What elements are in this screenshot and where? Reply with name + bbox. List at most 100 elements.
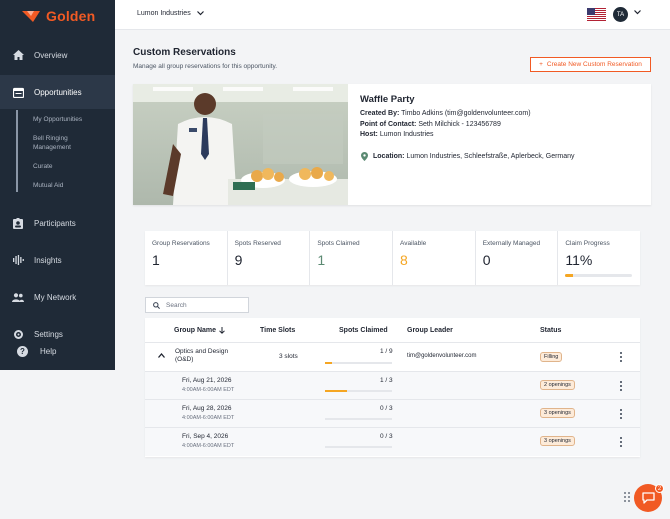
event-photo (133, 84, 348, 205)
row-menu-icon[interactable] (618, 437, 624, 447)
status-badge: Filling (540, 352, 563, 362)
stat-spots-reserved: Spots Reserved 9 (228, 231, 311, 285)
group-name: Optics and Design (O&D) (175, 348, 229, 363)
row-menu-icon[interactable] (618, 381, 624, 391)
home-icon (12, 49, 24, 61)
sidebar-item-label: Opportunities (34, 87, 82, 97)
waveform-icon (12, 254, 24, 266)
column-header-group-name[interactable]: Group Name (174, 327, 225, 334)
timeslot-date: Fri, Aug 28, 2026 (182, 405, 232, 412)
sidebar-item-overview[interactable]: Overview (0, 43, 115, 67)
svg-text:?: ? (20, 347, 25, 356)
chevron-up-icon[interactable] (158, 353, 165, 358)
timeslot-progress-fill (325, 390, 348, 392)
event-host: Host: Lumon Industries (360, 131, 434, 138)
stats-row: Group Reservations 1 Spots Reserved 9 Sp… (145, 231, 640, 285)
stat-group-reservations: Group Reservations 1 (145, 231, 228, 285)
chat-notification-badge: 2 (655, 484, 664, 493)
avatar[interactable]: TA (613, 7, 628, 22)
group-progress-bar (325, 362, 392, 364)
subnav-item-bell-ringing[interactable]: Bell Ringing (18, 134, 68, 143)
column-header-group-leader[interactable]: Group Leader (407, 327, 453, 334)
id-badge-icon (12, 217, 24, 229)
timeslot-progress-bar (325, 418, 392, 420)
sort-arrow-down-icon (219, 327, 225, 334)
sidebar-item-opportunities[interactable]: Opportunities (0, 75, 115, 109)
status-badge: 3 openings (540, 408, 575, 418)
event-created-by: Created By: Timbo Adkins (tim@goldenvolu… (360, 110, 531, 117)
opportunities-subnav: My Opportunities Bell Ringing Management… (16, 110, 111, 192)
timeslot-time: 4:00AM-6:00AM EDT (182, 387, 235, 393)
sidebar-item-my-network[interactable]: My Network (0, 285, 115, 309)
timeslot-progress-bar (325, 390, 392, 392)
subnav-item-mutual-aid[interactable]: Mutual Aid (18, 181, 63, 190)
table-row-group[interactable]: Optics and Design (O&D) 3 slots 1 / 9 ti… (145, 343, 640, 372)
create-custom-reservation-button[interactable]: + Create New Custom Reservation (530, 57, 651, 72)
row-menu-icon[interactable] (618, 352, 624, 362)
group-spots-claimed: 1 / 9 (380, 348, 393, 355)
page-subtitle: Manage all group reservations for this o… (133, 63, 278, 70)
column-header-spots-claimed[interactable]: Spots Claimed (339, 327, 388, 334)
sidebar-help[interactable]: ? Help (0, 339, 115, 363)
sidebar-item-label: Insights (34, 255, 62, 265)
timeslot-date: Fri, Aug 21, 2026 (182, 377, 232, 384)
sidebar-item-label: Participants (34, 218, 76, 228)
event-card: Waffle Party Created By: Timbo Adkins (t… (133, 84, 651, 205)
sidebar-item-label: My Network (34, 292, 77, 302)
timeslot-time: 4:00AM-6:00AM EDT (182, 443, 235, 449)
calendar-icon (12, 86, 24, 98)
chat-bubble-icon (641, 492, 655, 504)
people-icon (12, 291, 24, 303)
status-badge: 3 openings (540, 436, 575, 446)
column-header-time-slots[interactable]: Time Slots (260, 327, 295, 334)
topbar: Lumon Industries TA (115, 0, 670, 30)
event-title: Waffle Party (360, 94, 415, 105)
timeslot-claimed: 1 / 3 (380, 377, 393, 384)
sidebar-item-participants[interactable]: Participants (0, 211, 115, 235)
stat-externally-managed: Externally Managed 0 (476, 231, 559, 285)
help-icon: ? (16, 345, 28, 357)
brand-name: Golden (46, 8, 96, 24)
stat-claim-progress: Claim Progress 11% (558, 231, 640, 285)
drag-handle-icon[interactable] (624, 492, 630, 502)
stat-available: Available 8 (393, 231, 476, 285)
claim-progress-bar (565, 274, 633, 277)
row-menu-icon[interactable] (618, 409, 624, 419)
table-row-timeslot[interactable]: Fri, Aug 21, 2026 4:00AM-6:00AM EDT 1 / … (145, 372, 640, 400)
plus-icon: + (539, 61, 543, 68)
stat-spots-claimed: Spots Claimed 1 (310, 231, 394, 285)
location-pin-icon (361, 152, 368, 161)
org-selector[interactable]: Lumon Industries (137, 10, 204, 17)
org-name: Lumon Industries (137, 10, 191, 17)
sidebar-item-label: Settings (34, 329, 63, 339)
timeslot-claimed: 0 / 3 (380, 433, 393, 440)
table-row-timeslot[interactable]: Fri, Aug 28, 2026 4:00AM-6:00AM EDT 0 / … (145, 400, 640, 428)
timeslot-date: Fri, Sep 4, 2026 (182, 433, 229, 440)
claim-progress-fill (565, 274, 573, 277)
reservations-table: Group Name Time Slots Spots Claimed Grou… (145, 318, 640, 457)
timeslot-time: 4:00AM-6:00AM EDT (182, 415, 235, 421)
chevron-down-icon (196, 11, 204, 16)
group-time-slots: 3 slots (279, 353, 298, 360)
sidebar: Golden Overview Opportunities My Opportu… (0, 0, 115, 370)
event-point-of-contact: Point of Contact: Seth Milchick - 123456… (360, 121, 501, 128)
chevron-down-icon[interactable] (634, 10, 641, 15)
subnav-item-bell-ringing-line2[interactable]: Management (18, 143, 71, 152)
search-icon (153, 301, 160, 309)
us-flag-icon[interactable] (587, 8, 606, 21)
help-label: Help (40, 346, 57, 356)
timeslot-claimed: 0 / 3 (380, 405, 393, 412)
golden-logo-icon (22, 11, 40, 22)
subnav-item-my-opportunities[interactable]: My Opportunities (18, 115, 82, 124)
column-header-status[interactable]: Status (540, 327, 561, 334)
subnav-item-curate[interactable]: Curate (18, 162, 53, 171)
page-title: Custom Reservations (133, 47, 236, 58)
sidebar-item-insights[interactable]: Insights (0, 248, 115, 272)
search-box (145, 297, 249, 313)
event-location: Location: Lumon Industries, Schleefstraß… (361, 152, 575, 161)
search-input[interactable] (166, 301, 246, 309)
brand-logo[interactable]: Golden (22, 8, 95, 24)
table-row-timeslot[interactable]: Fri, Sep 4, 2026 4:00AM-6:00AM EDT 0 / 3… (145, 428, 640, 456)
group-progress-fill (325, 362, 333, 364)
create-button-label: Create New Custom Reservation (546, 61, 642, 68)
